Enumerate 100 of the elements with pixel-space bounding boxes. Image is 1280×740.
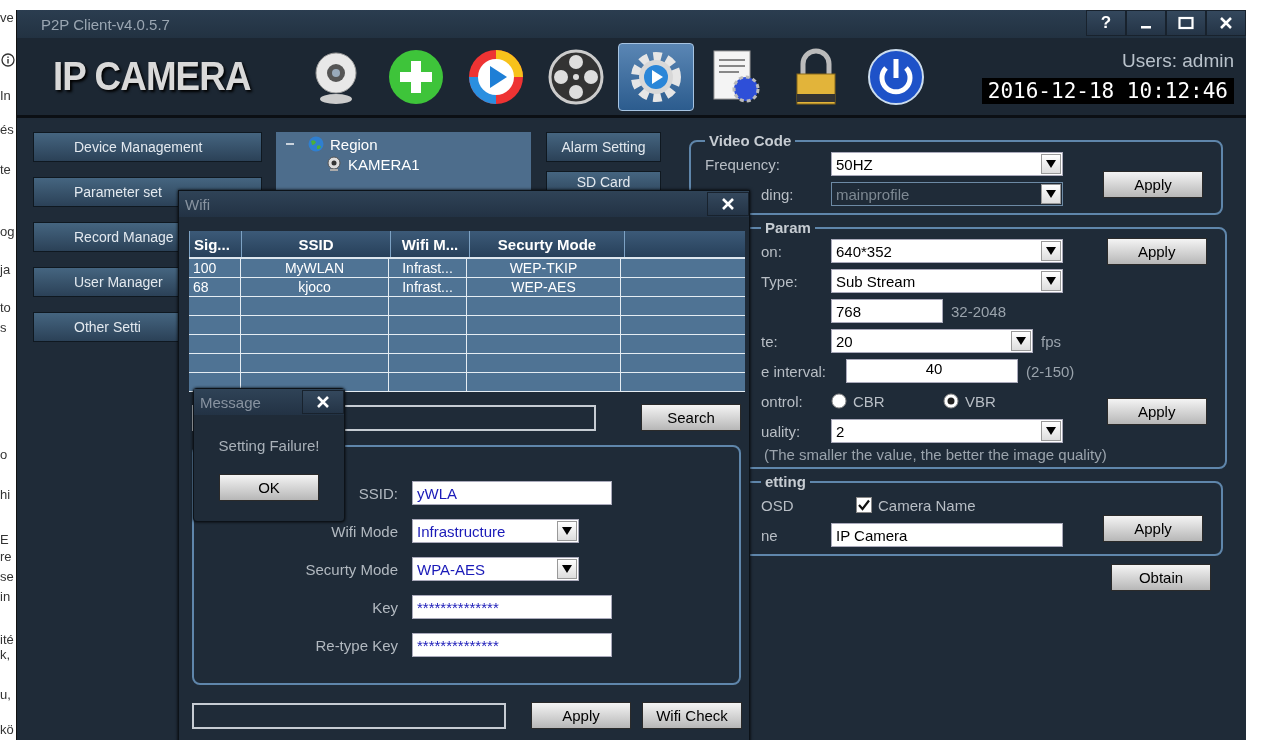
table-cell: 100	[189, 259, 241, 277]
tree-item[interactable]: KAMERA1	[348, 155, 420, 173]
settings-tab-button[interactable]: Alarm Setting	[546, 132, 661, 162]
tree-item[interactable]: Region	[330, 135, 378, 153]
table-cell: 68	[189, 278, 241, 296]
hint-text: (2-150)	[1026, 362, 1075, 380]
background-text: in	[0, 589, 11, 605]
background-text: kö	[0, 722, 14, 738]
background-text: te	[0, 162, 11, 178]
table-cell: Infrast...	[389, 278, 467, 296]
field-label: uality:	[760, 422, 802, 440]
apply-button[interactable]: Apply	[1106, 398, 1207, 425]
field-label: te:	[760, 332, 779, 350]
dropdown[interactable]: 2	[831, 419, 1063, 443]
network-row[interactable]: 68 kjoco Infrast... WEP-AES	[189, 278, 745, 297]
checked-checkbox[interactable]	[856, 497, 872, 513]
close-icon[interactable]	[1219, 16, 1233, 30]
ok-button[interactable]: OK	[219, 474, 319, 501]
group-title: etting	[764, 473, 807, 490]
checkbox-label: Camera Name	[878, 496, 976, 514]
camera-icon	[326, 156, 342, 172]
date-time-display: 2016-12-18 10:12:46	[981, 77, 1234, 104]
hint-text: (The smaller the value, the better the image quality)	[764, 446, 1107, 463]
text-field[interactable]: **************	[412, 595, 612, 619]
radio-label: VBR	[965, 392, 996, 410]
background-text: ve	[0, 10, 14, 26]
hint-text: 32-2048	[951, 302, 1007, 320]
text-field[interactable]: 40	[846, 359, 1018, 383]
collapse-icon[interactable]	[286, 140, 294, 148]
background-text: ité	[0, 632, 14, 648]
minimize-button[interactable]	[1126, 10, 1166, 36]
close-icon[interactable]	[722, 198, 734, 210]
background-text: to	[0, 300, 11, 316]
column-header[interactable]: Sig...	[189, 231, 241, 257]
sidebar-item[interactable]: Device Management	[33, 132, 262, 162]
apply-button[interactable]: Apply	[1103, 171, 1203, 198]
dropdown[interactable]: 50HZ	[831, 152, 1063, 176]
close-button[interactable]	[707, 192, 749, 216]
maximize-icon[interactable]	[1178, 16, 1194, 30]
background-text: In	[0, 88, 11, 104]
text-field[interactable]: yWLA	[412, 481, 612, 505]
search-button[interactable]: Search	[641, 404, 741, 431]
group-title: Video Code	[708, 132, 793, 149]
text-field[interactable]: 768	[831, 299, 943, 323]
obtain-button[interactable]: Obtain	[1111, 564, 1211, 591]
field-label: e interval:	[760, 362, 828, 380]
field-label: SSID:	[358, 484, 398, 502]
message-text: Setting Failure!	[218, 437, 320, 454]
close-icon[interactable]	[317, 396, 329, 408]
background-text: hi	[0, 487, 11, 503]
dialog-button[interactable]: Wifi Check	[642, 702, 742, 729]
field-label: ontrol:	[760, 392, 804, 410]
dropdown[interactable]: 20	[831, 329, 1033, 353]
maximize-button[interactable]	[1166, 10, 1206, 36]
radio-button[interactable]	[831, 393, 847, 409]
background-text: s	[0, 320, 7, 336]
radio-button[interactable]	[943, 393, 959, 409]
field-label: OSD	[760, 496, 795, 514]
dropdown[interactable]: WPA-AES	[412, 557, 579, 581]
text-field[interactable]: IP Camera	[831, 523, 1063, 547]
app-logo: IP CAMERA	[53, 54, 251, 99]
dialog-button[interactable]: Apply	[531, 702, 631, 729]
column-header[interactable]: Wifi M...	[390, 231, 469, 257]
background-text: u,	[0, 687, 11, 703]
field-label: Frequency:	[704, 155, 782, 173]
apply-button[interactable]: Apply	[1106, 238, 1207, 265]
close-button[interactable]	[1206, 10, 1246, 36]
dropdown[interactable]: 640*352	[831, 239, 1063, 263]
background-text: E	[0, 532, 9, 548]
column-header[interactable]: Securty Mode	[469, 231, 624, 257]
background-text: og	[0, 224, 15, 240]
background-text: ja	[0, 262, 11, 278]
user-label: Users: admin	[1122, 49, 1234, 72]
hint-text: fps	[1041, 332, 1061, 350]
table-cell: WEP-TKIP	[467, 259, 621, 277]
column-header[interactable]: SSID	[241, 231, 390, 257]
background-text: és	[0, 122, 14, 138]
help-button[interactable]: ?	[1086, 10, 1126, 36]
globe-icon	[308, 136, 324, 152]
dropdown[interactable]: Sub Stream	[831, 269, 1063, 293]
field-label: Key	[372, 598, 398, 616]
table-cell: kjoco	[241, 278, 389, 296]
background-text: re	[0, 549, 12, 565]
network-row[interactable]: 100 MyWLAN Infrast... WEP-TKIP	[189, 259, 745, 278]
background-text: k,	[0, 647, 11, 663]
dialog-title: Message	[200, 393, 261, 411]
radio-label: CBR	[853, 392, 885, 410]
field-label: ne	[760, 526, 779, 544]
field-label: ding:	[760, 185, 795, 203]
info-icon	[1, 53, 15, 67]
dropdown[interactable]: Infrastructure	[412, 519, 579, 543]
field-label: Securty Mode	[305, 560, 398, 578]
toolbar-gear-button[interactable]	[617, 42, 694, 111]
field-label: Type:	[760, 272, 799, 290]
table-cell: WEP-AES	[467, 278, 621, 296]
text-field[interactable]: **************	[412, 633, 612, 657]
field-label: Wifi Mode	[331, 522, 398, 540]
close-button[interactable]	[302, 390, 344, 414]
apply-button[interactable]: Apply	[1103, 515, 1203, 542]
window-title: P2P Client-v4.0.5.7	[41, 15, 170, 33]
